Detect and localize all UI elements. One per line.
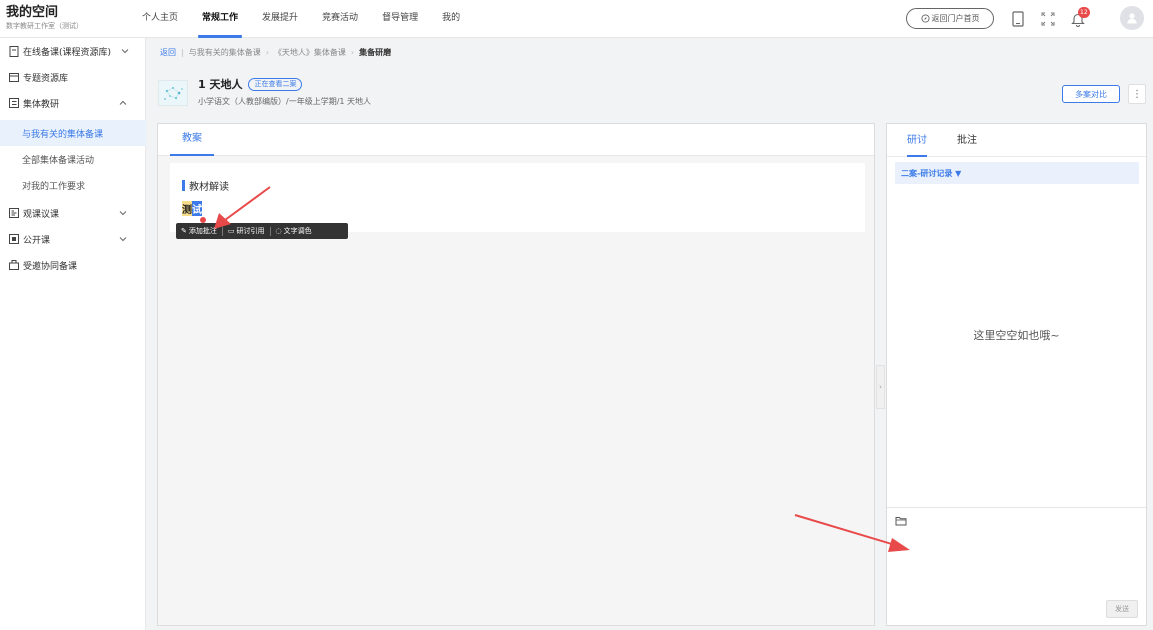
sidebar-item-work-requirements[interactable]: 对我的工作要求 <box>0 172 146 198</box>
lesson-title-row: 1 天地人 正在查看二案 <box>198 76 303 92</box>
play-icon <box>8 234 19 245</box>
selected-text[interactable]: 试 <box>192 201 202 216</box>
sidebar-item-open-class[interactable]: 公开课 <box>0 226 146 252</box>
sidebar-item-label: 受邀协同备课 <box>23 261 78 272</box>
highlighted-text[interactable]: 测 <box>182 201 192 216</box>
lesson-thumbnail <box>158 80 188 106</box>
group-icon <box>8 260 19 271</box>
list-icon <box>8 98 19 109</box>
breadcrumb: 返回 | 与我有关的集体备课 › 《天地人》集体备课 › 集备研磨 <box>160 47 392 58</box>
breadcrumb-back-link[interactable]: 返回 <box>160 47 176 58</box>
sidebar-item-invited-collab[interactable]: 受邀协同备课 <box>0 252 146 278</box>
lesson-plan-panel: 教案 教材解读 测试 <box>157 123 875 626</box>
text-color-button[interactable]: 文字调色 <box>284 226 312 236</box>
section-heading: 教材解读 <box>182 178 229 193</box>
app-title: 我的空间 <box>6 5 59 20</box>
nav-home[interactable]: 个人主页 <box>130 0 190 38</box>
compass-icon <box>920 14 930 23</box>
sidebar-item-lesson-observation[interactable]: 观课议课 <box>0 200 146 226</box>
lesson-title: 1 天地人 <box>198 78 243 91</box>
sidebar-item-topic-library[interactable]: 专题资源库 <box>0 64 146 90</box>
chevron-down-icon <box>121 49 129 54</box>
quote-button[interactable]: 研讨引用 <box>237 226 265 236</box>
right-tabs: 研讨 批注 <box>887 124 1146 157</box>
chevron-up-icon <box>119 100 127 105</box>
sidebar-item-label: 在线备课(课程资源库) <box>23 47 112 58</box>
sidebar-item-label: 公开课 <box>23 235 51 246</box>
chevron-down-icon <box>119 211 127 216</box>
chevron-right-icon: › <box>879 383 882 391</box>
breadcrumb-current: 集备研磨 <box>359 47 392 57</box>
breadcrumb-item[interactable]: 与我有关的集体备课 <box>189 47 261 58</box>
folder-icon <box>8 72 19 83</box>
document-icon <box>8 45 19 57</box>
nav-competition[interactable]: 竞赛活动 <box>310 0 370 38</box>
lesson-subtitle: 小学语文（人教部编版）/一年级上学期/1 天地人 <box>198 97 372 106</box>
nav-development[interactable]: 发展提升 <box>250 0 310 38</box>
sidebar: 在线备课(课程资源库) 专题资源库 集体教研 与我有关的集体备课 全部集体备课活… <box>0 38 146 630</box>
tab-lesson-plan[interactable]: 教案 <box>170 124 214 156</box>
add-annotation-button[interactable]: 添加批注 <box>189 226 217 236</box>
avatar[interactable] <box>1120 6 1144 30</box>
breadcrumb-item[interactable]: 《天地人》集体备课 <box>274 47 346 58</box>
return-portal-label: 返回门户首页 <box>931 14 980 23</box>
comment-icon: ▭ <box>227 227 235 235</box>
document-text[interactable]: 测试 <box>182 201 202 216</box>
user-icon <box>1127 13 1137 24</box>
brand[interactable]: 我的空间 数字教研工作室（测试） <box>6 5 83 32</box>
discussion-record-dropdown[interactable]: 二案-研讨记录 ▼ <box>895 162 1139 184</box>
pen-icon: ✎ <box>181 227 187 235</box>
send-button[interactable]: 发送 <box>1106 600 1138 618</box>
nav-supervision[interactable]: 督导管理 <box>370 0 430 38</box>
nav-mine[interactable]: 我的 <box>430 0 472 38</box>
nav-routine-work[interactable]: 常规工作 <box>190 0 250 38</box>
sidebar-item-online-prep[interactable]: 在线备课(课程资源库) <box>0 38 146 64</box>
return-portal-button[interactable]: 返回门户首页 <box>906 8 994 29</box>
sidebar-item-label: 全部集体备课活动 <box>22 155 95 166</box>
empty-state-text: 这里空空如也哦~ <box>973 329 1060 342</box>
discussion-panel: 研讨 批注 二案-研讨记录 ▼ 这里空空如也哦~ 发送 <box>886 123 1147 626</box>
observe-icon <box>8 208 19 219</box>
sidebar-item-label: 专题资源库 <box>23 73 69 84</box>
notification-bell-icon[interactable]: 12 <box>1068 7 1090 29</box>
document-card: 教材解读 测试 <box>170 163 865 232</box>
message-composer[interactable]: 发送 <box>887 507 1146 625</box>
multi-plan-compare-button[interactable]: 多案对比 <box>1062 85 1120 103</box>
sidebar-item-group-research[interactable]: 集体教研 <box>0 90 146 116</box>
sidebar-item-label: 观课议课 <box>23 209 60 220</box>
more-options-button[interactable]: ⋮ <box>1128 84 1146 104</box>
sidebar-item-all-prep[interactable]: 全部集体备课活动 <box>0 146 146 172</box>
tab-annotations[interactable]: 批注 <box>957 124 977 157</box>
sidebar-item-label: 对我的工作要求 <box>22 181 86 192</box>
selection-toolbar: ✎ 添加批注 ▭ 研讨引用 ◌ 文字调色 <box>176 223 348 239</box>
palette-icon: ◌ <box>275 227 282 235</box>
sidebar-item-label: 与我有关的集体备课 <box>22 129 104 140</box>
notification-badge: 12 <box>1078 7 1090 18</box>
chevron-down-icon <box>119 237 127 242</box>
main-tabs: 教案 <box>158 124 874 156</box>
app-subtitle: 数字教研工作室（测试） <box>6 22 83 30</box>
collapse-panel-handle[interactable]: › <box>876 365 885 409</box>
top-bar: 我的空间 数字教研工作室（测试） 个人主页 常规工作 发展提升 竞赛活动 督导管… <box>0 0 1153 38</box>
folder-icon[interactable] <box>895 515 907 527</box>
tab-discussion[interactable]: 研讨 <box>907 124 927 157</box>
viewing-plan-badge: 正在查看二案 <box>248 77 303 91</box>
mobile-icon[interactable] <box>1008 9 1028 29</box>
sidebar-item-label: 集体教研 <box>23 99 60 110</box>
main-nav: 个人主页 常规工作 发展提升 竞赛活动 督导管理 我的 <box>130 0 472 38</box>
sidebar-item-related-prep[interactable]: 与我有关的集体备课 <box>0 120 146 146</box>
fullscreen-icon[interactable] <box>1038 9 1058 29</box>
